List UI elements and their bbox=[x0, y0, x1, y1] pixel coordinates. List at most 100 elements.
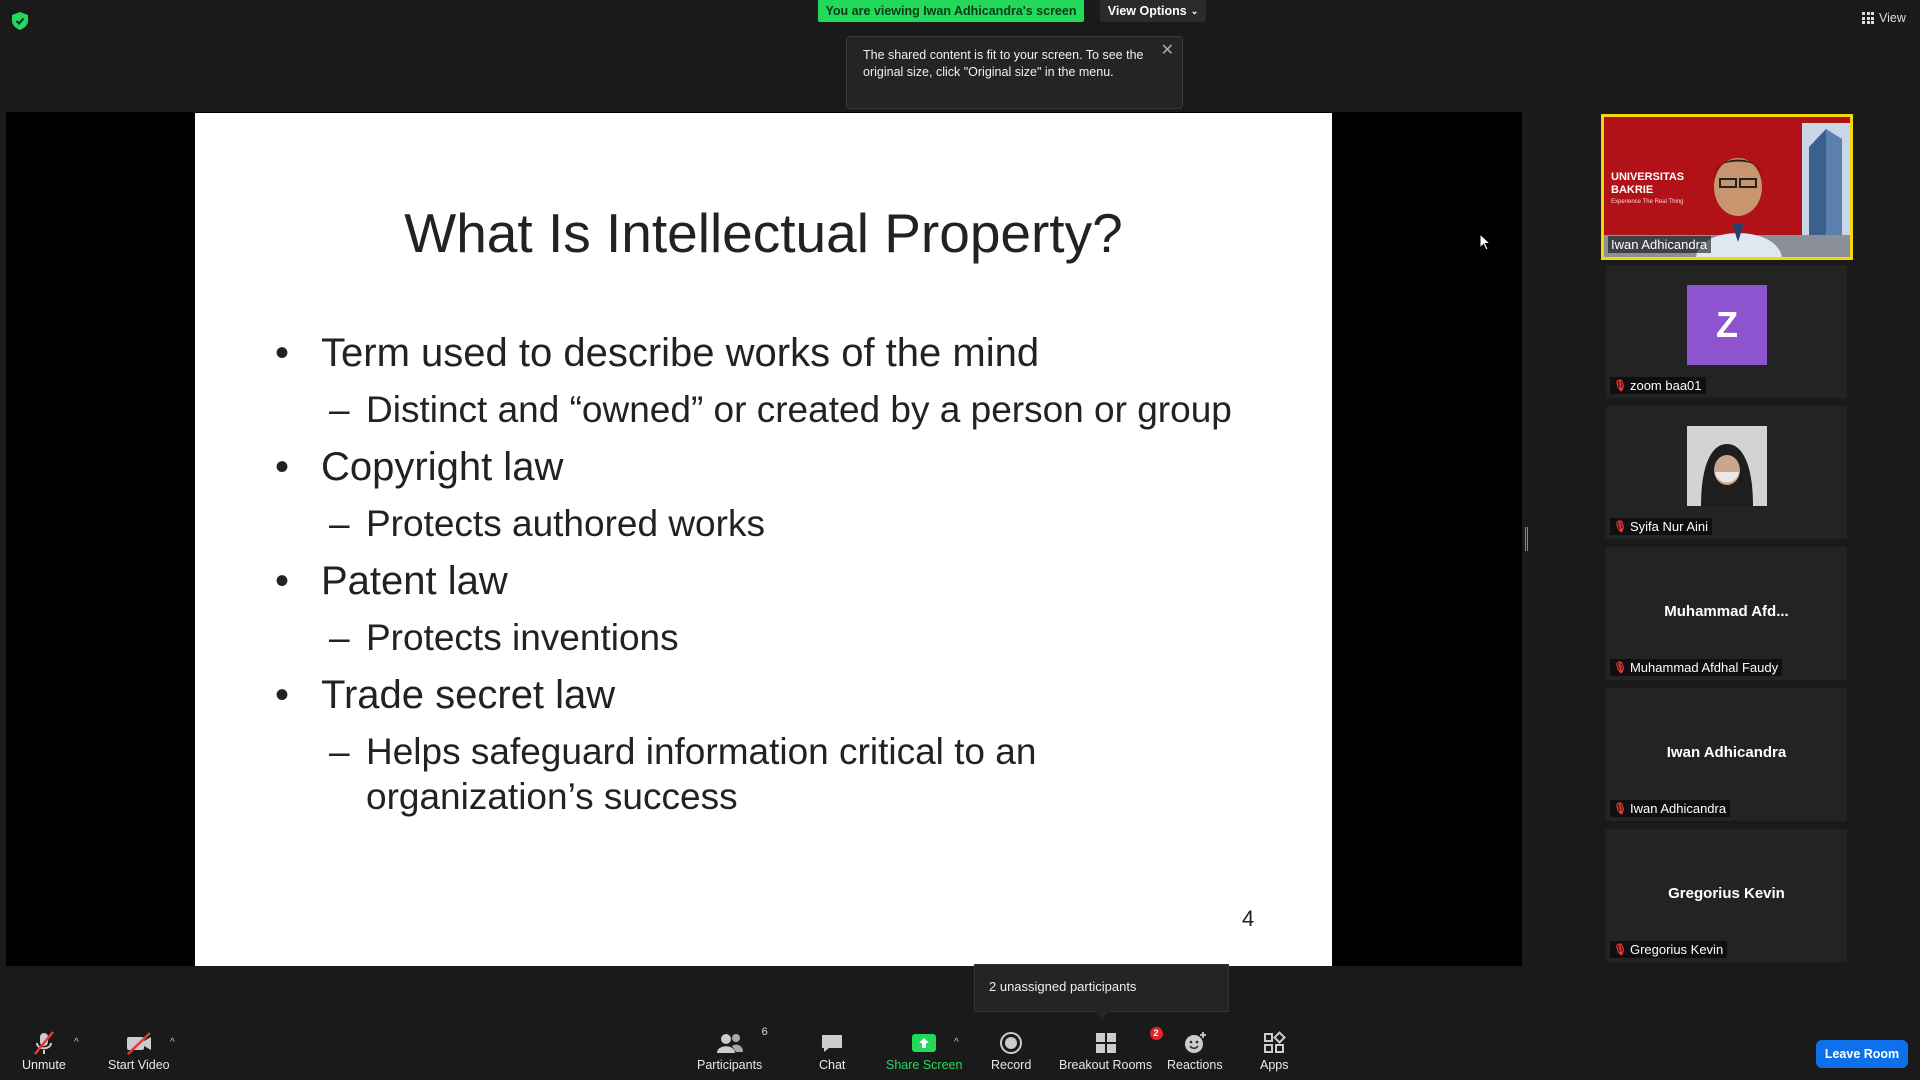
viewing-screen-banner: You are viewing Iwan Adhicandra's screen bbox=[818, 0, 1084, 22]
participant-name: zoom baa01 bbox=[1629, 378, 1702, 393]
video-tagline: Experience The Real Thing bbox=[1611, 199, 1684, 205]
sub-bullet-text: Protects inventions bbox=[366, 617, 679, 658]
start-video-button[interactable]: Start Video bbox=[108, 1030, 170, 1072]
participant-tile[interactable]: Muhammad Afd... 🎙︎ Muhammad Afdhal Faudy bbox=[1606, 547, 1847, 680]
participant-tile[interactable]: Gregorius Kevin 🎙︎ Gregorius Kevin bbox=[1606, 829, 1847, 962]
chevron-down-icon: ⌄ bbox=[1190, 5, 1199, 16]
sub-bullet-text: Distinct and “owned” or created by a per… bbox=[366, 389, 1232, 430]
muted-mic-icon: 🎙︎ bbox=[1613, 380, 1627, 392]
slide-sub-bullet: – Protects inventions bbox=[329, 617, 679, 658]
breakout-rooms-icon bbox=[1095, 1033, 1116, 1053]
participant-name: Muhammad Afdhal Faudy bbox=[1629, 660, 1779, 675]
shield-icon[interactable] bbox=[12, 12, 28, 30]
presentation-slide: What Is Intellectual Property? • Term use… bbox=[195, 113, 1332, 966]
popup-arrow bbox=[1094, 1011, 1110, 1019]
participants-button[interactable]: 6 Participants bbox=[697, 1026, 768, 1072]
participant-tile[interactable]: 🎙︎ Syifa Nur Aini bbox=[1606, 406, 1847, 539]
avatar-photo bbox=[1687, 426, 1767, 506]
share-screen-icon bbox=[912, 1034, 937, 1052]
slide-sub-bullet: – Distinct and “owned” or created by a pe… bbox=[329, 389, 1232, 430]
sub-bullet-text: Helps safeguard information critical to … bbox=[366, 731, 1037, 817]
breakout-rooms-label: Breakout Rooms bbox=[1059, 1058, 1153, 1072]
reactions-button[interactable]: Reactions bbox=[1167, 1030, 1223, 1072]
tooltip-text: The shared content is fit to your screen… bbox=[863, 48, 1144, 79]
slide-bullet: • Copyright law bbox=[275, 445, 564, 489]
participants-icon bbox=[716, 1034, 743, 1053]
breakout-rooms-button[interactable]: 2 Breakout Rooms bbox=[1059, 1027, 1163, 1072]
slide-bullet: • Term used to describe works of the mind bbox=[275, 331, 1040, 375]
unmute-label: Unmute bbox=[22, 1058, 66, 1072]
participant-name-label: 🎙︎ Iwan Adhicandra bbox=[1610, 800, 1731, 817]
apps-label: Apps bbox=[1260, 1058, 1289, 1072]
participant-tile[interactable]: Iwan Adhicandra 🎙︎ Iwan Adhicandra bbox=[1606, 688, 1847, 821]
slide-title: What Is Intellectual Property? bbox=[404, 202, 1123, 264]
participant-name: Iwan Adhicandra bbox=[1629, 801, 1727, 816]
view-options-label: View Options bbox=[1107, 4, 1187, 18]
view-options-button[interactable]: View Options ⌄ bbox=[1100, 0, 1206, 22]
participant-display-name: Muhammad Afd... bbox=[1664, 603, 1789, 620]
video-text-line-1: UNIVERSITAS bbox=[1611, 171, 1685, 183]
fit-screen-tooltip: The shared content is fit to your screen… bbox=[846, 36, 1183, 109]
video-banner-text: UNIVERSITAS BAKRIE bbox=[1611, 171, 1684, 197]
view-button[interactable]: View bbox=[1862, 11, 1906, 25]
muted-mic-icon bbox=[33, 1031, 54, 1055]
start-video-label: Start Video bbox=[108, 1058, 170, 1072]
active-speaker-tile[interactable]: UNIVERSITAS BAKRIE Experience The Real T… bbox=[1601, 114, 1853, 260]
reactions-label: Reactions bbox=[1167, 1058, 1223, 1072]
record-icon bbox=[1000, 1032, 1023, 1054]
chat-label: Chat bbox=[819, 1058, 846, 1072]
participant-name-label: Iwan Adhicandra bbox=[1608, 236, 1712, 253]
chat-icon bbox=[822, 1035, 843, 1052]
video-options-caret[interactable]: ^ bbox=[170, 1037, 175, 1048]
record-button[interactable]: Record bbox=[991, 1030, 1031, 1072]
record-label: Record bbox=[991, 1058, 1032, 1072]
participant-tile[interactable]: Z 🎙︎ zoom baa01 bbox=[1606, 265, 1847, 398]
share-screen-button[interactable]: Share Screen bbox=[886, 1030, 962, 1072]
participant-name-label: 🎙︎ Gregorius Kevin bbox=[1610, 941, 1728, 958]
participant-name: Gregorius Kevin bbox=[1629, 942, 1724, 957]
participant-name-label: 🎙︎ Syifa Nur Aini bbox=[1610, 518, 1713, 535]
apps-icon bbox=[1264, 1031, 1287, 1053]
share-screen-label: Share Screen bbox=[886, 1058, 963, 1072]
bullet-text: Copyright law bbox=[321, 445, 564, 489]
video-off-icon bbox=[126, 1032, 151, 1055]
slide-bullet: • Patent law bbox=[275, 559, 508, 603]
slide-bullet: • Trade secret law bbox=[275, 673, 616, 717]
close-icon[interactable]: ✕ bbox=[1161, 42, 1174, 59]
leave-room-button[interactable]: Leave Room bbox=[1816, 1040, 1908, 1068]
bullet-text: Term used to describe works of the mind bbox=[321, 331, 1040, 375]
participant-display-name: Gregorius Kevin bbox=[1668, 885, 1785, 902]
slide-sub-bullet: – Helps safeguard information critical to… bbox=[329, 729, 1129, 819]
apps-button[interactable]: Apps bbox=[1260, 1030, 1289, 1072]
reactions-icon bbox=[1184, 1032, 1206, 1053]
unassigned-participants-popup[interactable]: 2 unassigned participants bbox=[974, 964, 1229, 1012]
participants-count: 6 bbox=[761, 1026, 768, 1038]
participants-label: Participants bbox=[697, 1058, 763, 1072]
bullet-text: Trade secret law bbox=[321, 673, 616, 717]
chat-button[interactable]: Chat bbox=[819, 1030, 845, 1072]
avatar: Z bbox=[1687, 285, 1767, 365]
muted-mic-icon: 🎙︎ bbox=[1613, 521, 1627, 533]
panel-resize-handle[interactable] bbox=[1525, 527, 1528, 551]
muted-mic-icon: 🎙︎ bbox=[1613, 803, 1627, 815]
participant-name: Syifa Nur Aini bbox=[1629, 519, 1709, 534]
mouse-cursor-icon bbox=[1480, 234, 1492, 251]
participant-name-label: 🎙︎ Muhammad Afdhal Faudy bbox=[1610, 659, 1783, 676]
participant-display-name: Iwan Adhicandra bbox=[1666, 744, 1787, 761]
slide-page-number: 4 bbox=[1242, 906, 1255, 931]
slide-sub-bullet: – Protects authored works bbox=[329, 503, 765, 544]
participant-name-label: 🎙︎ zoom baa01 bbox=[1610, 377, 1706, 394]
muted-mic-icon: 🎙︎ bbox=[1613, 662, 1627, 674]
audio-options-caret[interactable]: ^ bbox=[74, 1037, 79, 1048]
share-options-caret[interactable]: ^ bbox=[954, 1037, 959, 1048]
participant-name: Iwan Adhicandra bbox=[1611, 237, 1708, 252]
avatar bbox=[1687, 426, 1767, 506]
video-text-line-2: BAKRIE bbox=[1611, 184, 1654, 196]
muted-mic-icon: 🎙︎ bbox=[1613, 944, 1627, 956]
breakout-rooms-badge: 2 bbox=[1149, 1027, 1163, 1040]
grid-view-icon bbox=[1862, 12, 1874, 24]
unmute-button[interactable]: Unmute bbox=[22, 1030, 66, 1072]
sub-bullet-text: Protects authored works bbox=[366, 503, 765, 544]
view-label: View bbox=[1879, 11, 1906, 25]
bullet-text: Patent law bbox=[321, 559, 508, 603]
